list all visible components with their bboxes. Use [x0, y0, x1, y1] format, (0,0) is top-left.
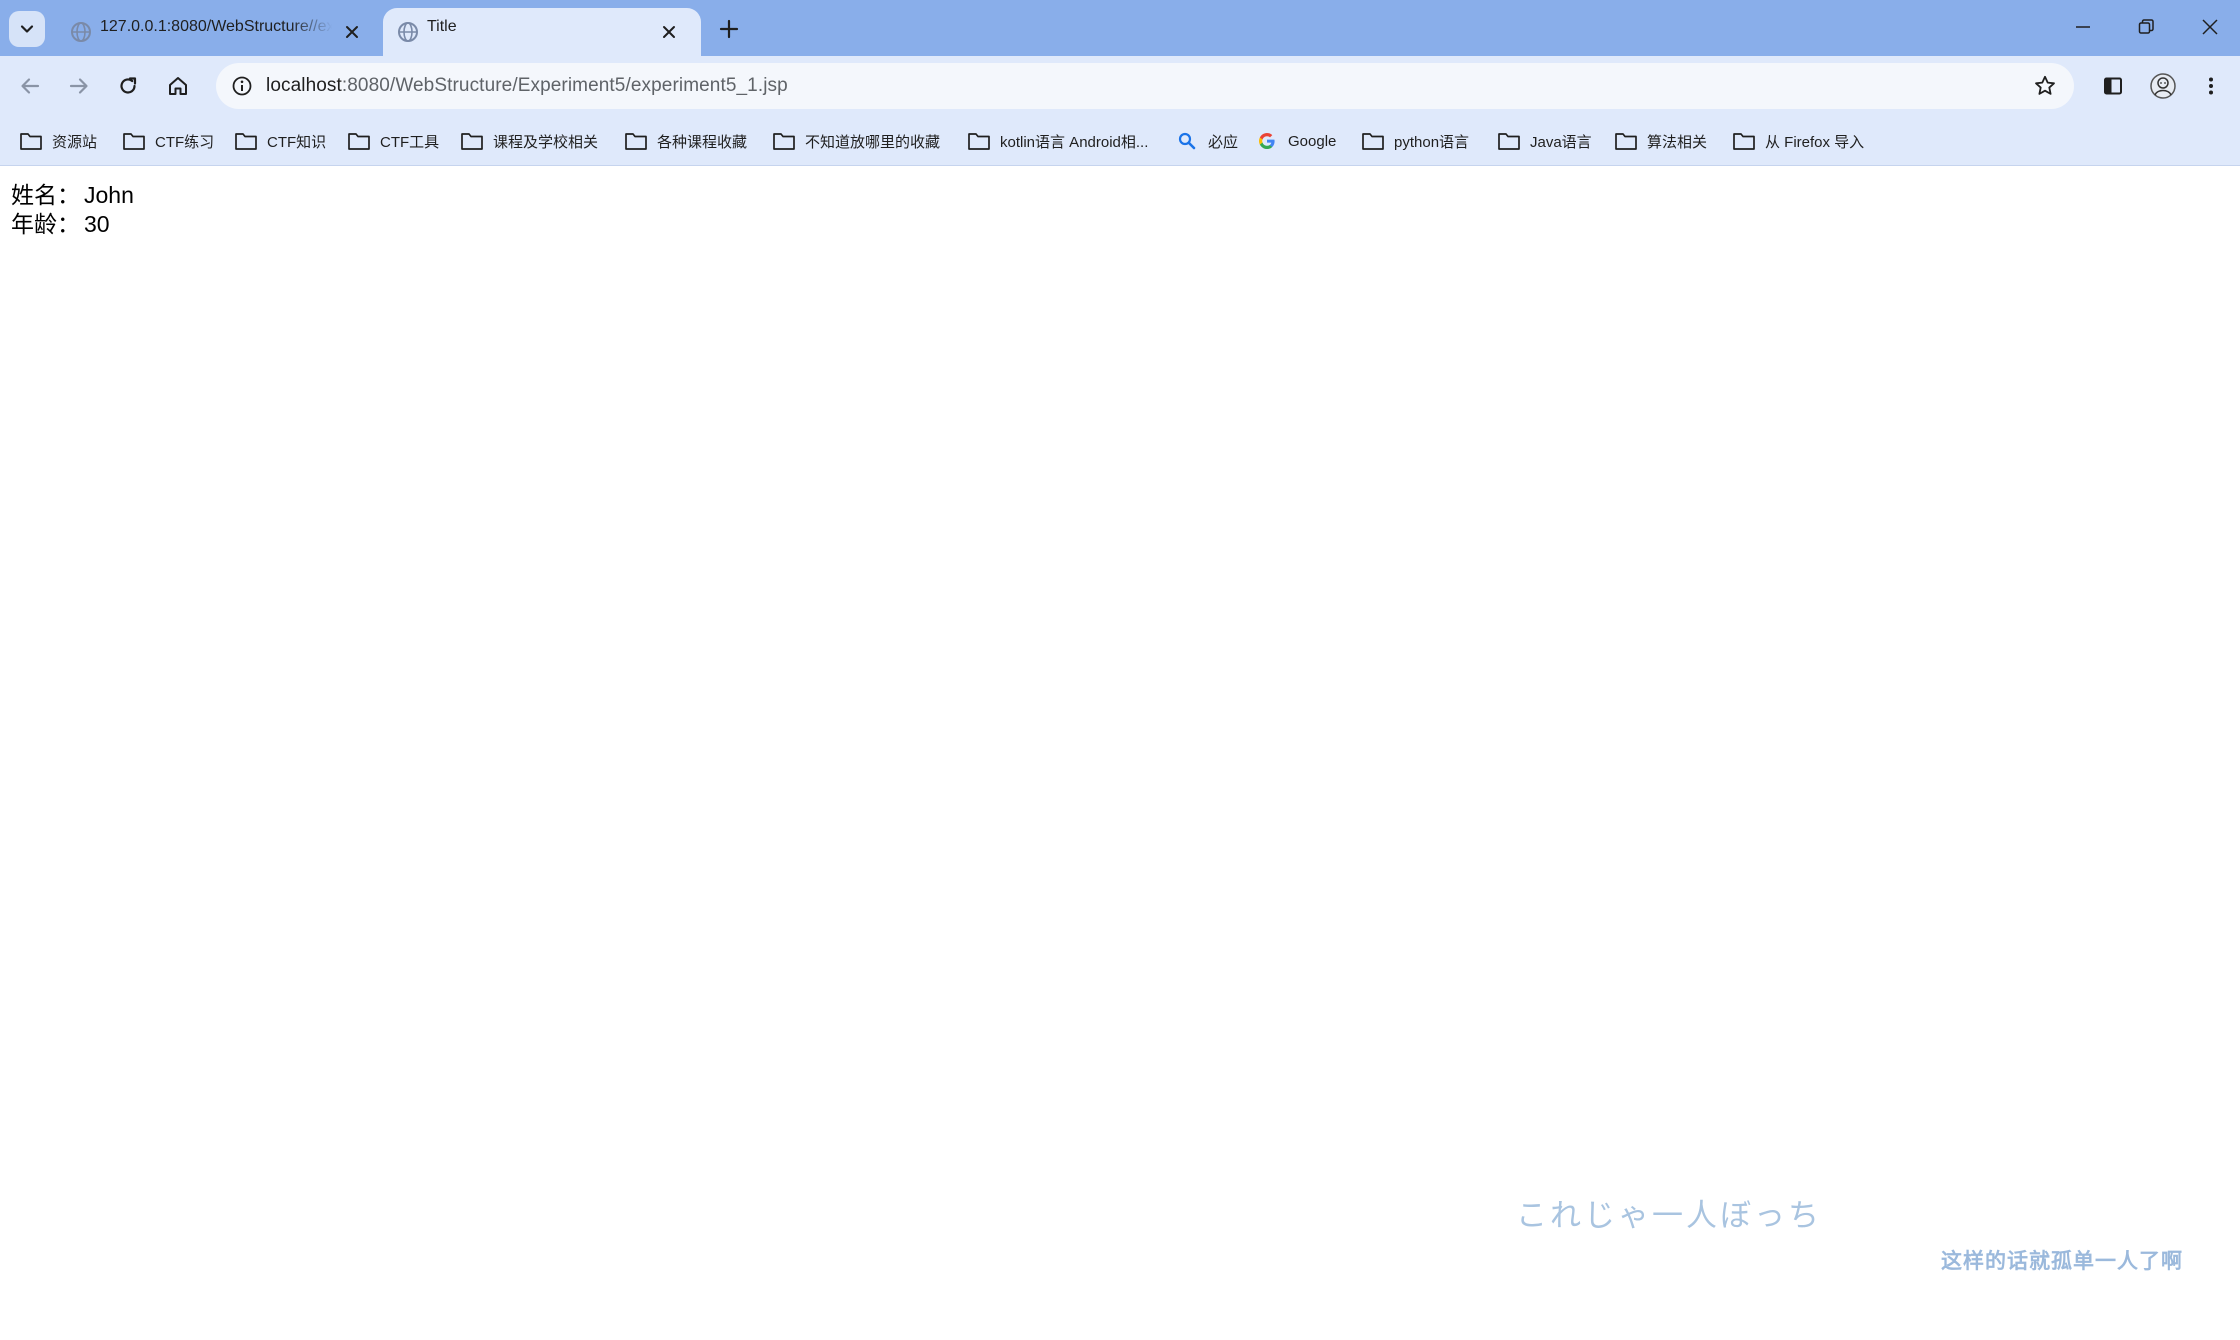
- bookmark-folder[interactable]: 课程及学校相关: [459, 126, 598, 156]
- site-info-button[interactable]: [226, 70, 258, 102]
- restore-icon: [2138, 19, 2154, 34]
- arrow-left-icon: [21, 78, 40, 94]
- folder-icon: [1613, 130, 1639, 152]
- forward-button[interactable]: [59, 66, 99, 106]
- star-icon: [2035, 75, 2055, 95]
- folder-icon: [966, 130, 992, 152]
- minimize-button[interactable]: [2059, 6, 2107, 48]
- close-window-button[interactable]: [2186, 6, 2234, 48]
- globe-icon: [71, 22, 91, 42]
- bookmark-label: 算法相关: [1647, 133, 1708, 151]
- folder-icon: [346, 130, 372, 152]
- back-button[interactable]: [10, 66, 50, 106]
- browser-toolbar: localhost:8080/WebStructure/Experiment5/…: [0, 56, 2240, 116]
- bookmark-folder[interactable]: 从 Firefox 导入: [1731, 126, 1864, 156]
- age-label: 年龄：: [11, 211, 80, 237]
- globe-icon: [398, 22, 418, 42]
- folder-icon: [1360, 130, 1386, 152]
- url-host: localhost: [266, 75, 342, 96]
- folder-icon: [1496, 130, 1522, 152]
- bookmark-folder[interactable]: CTF知识: [233, 126, 326, 156]
- bookmark-label: Google: [1288, 132, 1337, 150]
- bookmark-google[interactable]: Google: [1254, 126, 1336, 156]
- menu-button[interactable]: [2191, 66, 2231, 106]
- bookmark-bing[interactable]: 必应: [1174, 126, 1238, 156]
- side-panel-icon: [2104, 77, 2122, 95]
- tab-close-button[interactable]: [655, 18, 683, 46]
- bookmark-label: CTF工具: [380, 133, 440, 151]
- tab-search-button[interactable]: [9, 11, 45, 47]
- bookmark-folder[interactable]: CTF练习: [121, 126, 214, 156]
- lyric-overlay-chinese: 这样的话就孤单一人了啊: [1941, 1248, 2183, 1273]
- tab-strip: 127.0.0.1:8080/WebStructure//experiment5…: [0, 0, 2240, 56]
- close-icon: [2202, 19, 2218, 35]
- plus-icon: [719, 19, 739, 39]
- search-icon: [1174, 130, 1200, 152]
- tab-experiment[interactable]: 127.0.0.1:8080/WebStructure//experiment5…: [56, 8, 378, 56]
- folder-icon: [18, 130, 44, 152]
- url-path: :8080/WebStructure/Experiment5/experimen…: [341, 75, 788, 96]
- reload-icon: [120, 77, 137, 94]
- age-value: 30: [84, 211, 110, 237]
- address-bar[interactable]: localhost:8080/WebStructure/Experiment5/…: [216, 63, 2074, 109]
- bookmarks-bar: 资源站 CTF练习 CTF知识 CTF工具 课程及学校相关 各种课程收藏 不知道…: [0, 116, 2240, 166]
- folder-icon: [1731, 130, 1757, 152]
- close-icon: [663, 26, 675, 38]
- arrow-right-icon: [69, 78, 88, 94]
- tab-close-button[interactable]: [338, 18, 366, 46]
- bookmark-label: 不知道放哪里的收藏: [805, 133, 941, 151]
- folder-icon: [623, 130, 649, 152]
- folder-icon: [459, 130, 485, 152]
- age-line: 年龄： 30: [11, 205, 110, 239]
- bookmark-label: kotlin语言 Android相...: [1000, 133, 1149, 151]
- minimize-icon: [2076, 26, 2090, 28]
- tab-title: 127.0.0.1:8080/WebStructure//experiment5…: [100, 18, 332, 35]
- folder-icon: [771, 130, 797, 152]
- info-icon: [232, 76, 252, 96]
- avatar-icon: [2150, 73, 2176, 99]
- profile-button[interactable]: [2143, 66, 2183, 106]
- bookmark-label: CTF知识: [267, 133, 327, 151]
- new-tab-button[interactable]: [712, 12, 746, 46]
- restore-button[interactable]: [2122, 6, 2170, 48]
- google-icon: [1254, 130, 1280, 152]
- chevron-down-icon: [20, 25, 34, 33]
- bookmark-label: 必应: [1208, 133, 1239, 151]
- folder-icon: [233, 130, 259, 152]
- bookmark-folder[interactable]: 各种课程收藏: [623, 126, 747, 156]
- bookmark-label: 课程及学校相关: [493, 133, 599, 151]
- reload-button[interactable]: [108, 66, 148, 106]
- bookmark-folder[interactable]: python语言: [1360, 126, 1469, 156]
- home-icon: [169, 77, 187, 95]
- bookmark-label: 从 Firefox 导入: [1765, 133, 1865, 151]
- bookmark-folder[interactable]: 不知道放哪里的收藏: [771, 126, 940, 156]
- bookmark-label: Java语言: [1530, 133, 1592, 151]
- side-panel-button[interactable]: [2093, 66, 2133, 106]
- page-content: 姓名： John 年龄： 30: [0, 167, 2240, 1340]
- home-button[interactable]: [158, 66, 198, 106]
- bookmark-label: 各种课程收藏: [657, 133, 748, 151]
- bookmark-label: python语言: [1394, 133, 1470, 151]
- bookmark-label: 资源站: [52, 133, 98, 151]
- bookmark-folder[interactable]: 资源站: [18, 126, 97, 156]
- tab-title: Title: [427, 18, 457, 35]
- bookmark-folder[interactable]: kotlin语言 Android相...: [966, 126, 1148, 156]
- bookmark-folder[interactable]: CTF工具: [346, 126, 439, 156]
- bookmark-folder[interactable]: Java语言: [1496, 126, 1592, 156]
- bookmark-star-button[interactable]: [2030, 71, 2060, 101]
- lyric-overlay-japanese: これじゃ一人ぼっち: [1516, 1198, 1822, 1234]
- bookmark-label: CTF练习: [155, 133, 215, 151]
- url-text[interactable]: localhost:8080/WebStructure/Experiment5/…: [266, 75, 788, 97]
- close-icon: [346, 26, 358, 38]
- tab-title-page[interactable]: Title: [383, 8, 701, 56]
- more-vertical-icon: [2209, 77, 2213, 95]
- folder-icon: [121, 130, 147, 152]
- bookmark-folder[interactable]: 算法相关: [1613, 126, 1707, 156]
